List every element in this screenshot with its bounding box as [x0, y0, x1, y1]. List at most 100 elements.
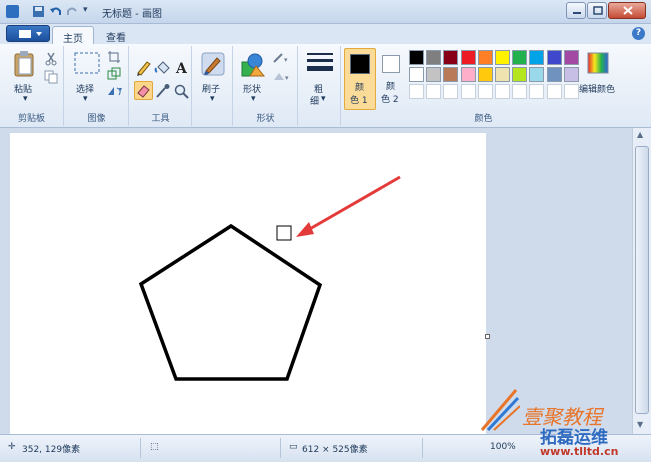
edit-colors-icon[interactable] — [587, 52, 609, 77]
palette-swatch[interactable] — [529, 84, 545, 99]
brush-icon[interactable] — [200, 51, 226, 80]
palette-swatch[interactable] — [477, 50, 493, 65]
palette-swatch[interactable] — [426, 67, 442, 82]
edit-colors-label[interactable]: 编辑颜色 — [579, 82, 615, 95]
shapes-icon[interactable] — [240, 52, 266, 81]
size-dropdown-icon[interactable]: ▾ — [321, 94, 326, 104]
paint-menu-button[interactable] — [6, 25, 50, 42]
color1-label-line2: 色 1 — [350, 96, 368, 106]
paste-icon[interactable] — [12, 50, 36, 81]
minimize-button[interactable] — [566, 2, 586, 19]
help-icon[interactable]: ? — [632, 27, 645, 40]
select-dropdown-icon[interactable]: ▾ — [83, 94, 88, 104]
svg-text:▾: ▾ — [284, 56, 288, 64]
palette-swatch[interactable] — [495, 67, 510, 82]
copy-icon[interactable] — [44, 70, 58, 87]
palette-swatch[interactable] — [443, 50, 459, 65]
cursor-marker — [276, 225, 292, 241]
palette-swatch[interactable] — [409, 84, 424, 99]
palette-swatch[interactable] — [529, 67, 545, 82]
paste-dropdown-icon[interactable]: ▾ — [23, 94, 28, 104]
color1-button[interactable]: 颜 色 1 — [344, 48, 376, 110]
palette-swatch[interactable] — [546, 67, 562, 82]
image-group: 选择 ▾ ▾ 图像 — [65, 46, 129, 126]
color2-label-line1: 颜 — [386, 82, 396, 92]
scroll-up-icon[interactable]: ▲ — [637, 130, 643, 139]
palette-swatch[interactable] — [546, 50, 562, 65]
palette-swatch[interactable] — [460, 50, 476, 65]
window-title: 无标题 - 画图 — [102, 9, 162, 20]
shapes-dropdown-icon[interactable]: ▾ — [251, 94, 256, 104]
image-group-label: 图像 — [87, 114, 106, 124]
palette-swatch[interactable] — [512, 84, 528, 99]
canvas-size: 612 × 525像素 — [302, 445, 368, 455]
vertical-scrollbar[interactable]: ▲ ▼ — [632, 128, 651, 434]
app-icon[interactable] — [6, 5, 19, 18]
scroll-down-icon[interactable]: ▼ — [637, 420, 643, 429]
zoom-level: 100% — [490, 442, 516, 452]
palette-swatch[interactable] — [409, 67, 424, 82]
size-icon[interactable] — [307, 52, 333, 77]
color2-button[interactable]: 颜 色 2 — [378, 48, 406, 110]
color2-swatch — [382, 55, 400, 73]
crop-icon[interactable] — [107, 50, 121, 67]
eraser-icon[interactable] — [134, 81, 153, 100]
pencil-icon[interactable] — [135, 59, 152, 79]
palette-swatch[interactable] — [460, 67, 476, 82]
customize-qa-dropdown-icon[interactable]: ▾ — [83, 5, 96, 18]
palette-swatch[interactable] — [477, 67, 493, 82]
drawing-canvas[interactable] — [10, 133, 486, 434]
palette-swatch[interactable] — [563, 50, 579, 65]
resize-icon[interactable] — [107, 67, 121, 84]
close-button[interactable] — [608, 2, 646, 19]
palette-swatch[interactable] — [477, 84, 493, 99]
palette-swatch[interactable] — [443, 84, 459, 99]
rotate-icon[interactable]: ▾ — [105, 84, 125, 101]
arrow-annotation — [307, 175, 401, 232]
shapes-group: 形状 ▾ ▾ ▾ 形状 — [234, 46, 298, 126]
brushes-dropdown-icon[interactable]: ▾ — [210, 94, 215, 104]
colors-group: 颜 色 1 颜 色 2 编辑颜色 颜色 — [342, 46, 625, 126]
color-palette — [409, 50, 582, 104]
scroll-thumb[interactable] — [635, 146, 649, 414]
undo-icon[interactable] — [49, 5, 62, 18]
status-divider — [280, 438, 281, 458]
palette-swatch[interactable] — [529, 50, 545, 65]
outline-icon[interactable]: ▾ — [272, 52, 294, 69]
palette-swatch[interactable] — [512, 67, 528, 82]
clipboard-group: 粘贴 ▾ 剪贴板 — [0, 46, 64, 126]
palette-swatch[interactable] — [512, 50, 528, 65]
cut-icon[interactable] — [44, 52, 58, 69]
watermark-logo-icon — [480, 382, 521, 435]
palette-swatch[interactable] — [546, 84, 562, 99]
size-group: 粗 细 ▾ — [299, 46, 341, 126]
ribbon: 粘贴 ▾ 剪贴板 选择 ▾ ▾ 图像 A 工具 刷子 ▾ 形状 ▾ ▾ ▾ 形状… — [0, 44, 651, 128]
text-icon[interactable]: A — [173, 59, 190, 79]
palette-swatch[interactable] — [443, 67, 459, 82]
maximize-button[interactable] — [587, 2, 607, 19]
magnifier-icon[interactable] — [173, 83, 190, 103]
palette-swatch[interactable] — [563, 67, 579, 82]
redo-icon[interactable] — [66, 5, 79, 18]
tab-view[interactable]: 查看 — [96, 26, 136, 44]
palette-swatch[interactable] — [495, 50, 510, 65]
palette-swatch[interactable] — [563, 84, 579, 99]
color-picker-icon[interactable] — [154, 83, 171, 103]
color2-label-line2: 色 2 — [381, 95, 399, 105]
palette-swatch[interactable] — [409, 50, 424, 65]
status-divider — [140, 438, 141, 458]
palette-swatch[interactable] — [426, 84, 442, 99]
select-icon[interactable] — [74, 52, 100, 77]
palette-swatch[interactable] — [426, 50, 442, 65]
palette-swatch[interactable] — [460, 84, 476, 99]
svg-text:A: A — [175, 61, 188, 76]
shape-fill-icon[interactable]: ▾ — [272, 70, 294, 87]
canvas-resize-handle-right[interactable] — [485, 334, 490, 339]
save-icon[interactable] — [32, 5, 45, 18]
size-label-line2[interactable]: 细 — [310, 94, 319, 107]
cursor-position-icon: ✛ — [8, 442, 16, 452]
palette-swatch[interactable] — [495, 84, 510, 99]
tab-home[interactable]: 主页 — [52, 26, 94, 45]
title-bar: ▾ 无标题 - 画图 — [0, 0, 651, 24]
fill-icon[interactable] — [154, 59, 171, 79]
